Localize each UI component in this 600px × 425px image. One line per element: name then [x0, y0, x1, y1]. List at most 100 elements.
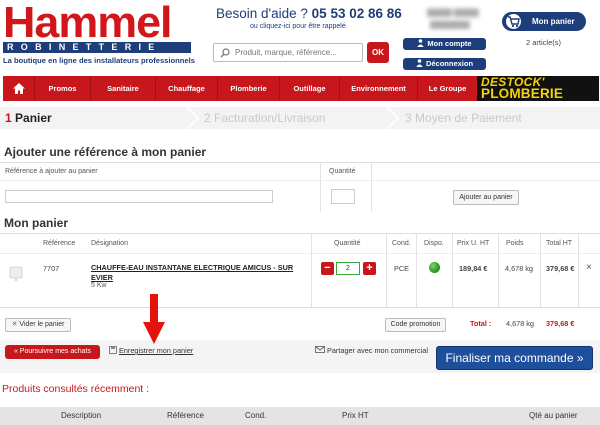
account-label: Mon compte	[427, 39, 472, 48]
divider	[311, 233, 312, 307]
save-cart-label: Enregistrer mon panier	[119, 346, 194, 355]
help-phone[interactable]: 05 53 02 86 86	[312, 6, 402, 21]
divider	[416, 233, 417, 307]
total-price: 379,68 €	[546, 319, 575, 328]
cart-button[interactable]: Mon panier	[502, 12, 586, 31]
item-cond: PCE	[394, 264, 410, 273]
divider	[320, 162, 321, 212]
recent-col-reference: Référence	[167, 411, 204, 420]
step-facturation: 2 Facturation/Livraison	[204, 110, 325, 126]
quantity-input[interactable]	[331, 189, 355, 204]
share-label: Partager avec mon commercial	[327, 346, 428, 355]
quantity-stepper-value[interactable]: 2	[336, 262, 360, 275]
quantity-plus-button[interactable]: +	[363, 262, 376, 275]
col-cond: Cond.	[392, 240, 411, 247]
nav-item-sanitaire[interactable]: Sanitaire	[91, 76, 156, 101]
step-label: Panier	[15, 111, 52, 125]
step-chevron-icon	[386, 107, 400, 129]
nav-item-chauffage[interactable]: Chauffage	[156, 76, 218, 101]
nav-item-plomberie[interactable]: Plomberie	[218, 76, 280, 101]
site-tagline: La boutique en ligne des installateurs p…	[3, 56, 195, 65]
item-sub: 5 Kw	[91, 282, 107, 289]
step-paiement: 3 Moyen de Paiement	[405, 110, 522, 126]
item-designation-link[interactable]: CHAUFFE-EAU INSTANTANE ELECTRIQUE AMICUS…	[91, 263, 311, 282]
add-reference-title: Ajouter une référence à mon panier	[4, 145, 207, 159]
step-label: Facturation/Livraison	[214, 111, 326, 125]
user-icon	[416, 59, 423, 67]
help-block[interactable]: Besoin d'aide ? 05 53 02 86 86 ou clique…	[216, 6, 402, 30]
recent-col-description: Description	[61, 411, 102, 420]
step-chevron-icon	[186, 107, 200, 129]
quantity-minus-button[interactable]: −	[321, 262, 334, 275]
user-icon	[417, 39, 425, 47]
divider	[452, 233, 453, 307]
save-cart-link[interactable]: Enregistrer mon panier	[109, 346, 193, 355]
item-reference: 7707	[43, 264, 60, 273]
main-nav: Promos Sanitaire Chauffage Plomberie Out…	[3, 76, 477, 101]
home-button[interactable]	[3, 76, 35, 101]
destock-plomberie-banner[interactable]: DESTOCK' PLOMBERIE	[477, 76, 599, 101]
step-panier: 1 Panier	[5, 110, 52, 126]
nav-item-environnement[interactable]: Environnement	[340, 76, 418, 101]
logout-label: Déconnexion	[425, 59, 474, 68]
recent-col-qty: Qté au panier	[529, 411, 578, 420]
remove-item-icon[interactable]: ×	[586, 262, 592, 273]
divider	[0, 253, 600, 254]
nav-item-promos[interactable]: Promos	[35, 76, 91, 101]
cart-count: 2 article(s)	[526, 38, 562, 47]
help-title: Besoin d'aide ? 05 53 02 86 86	[216, 6, 402, 21]
destock-line2: PLOMBERIE	[481, 86, 564, 101]
callback-link[interactable]: ou cliquez-ici pour être rappelé	[250, 23, 402, 30]
empty-cart-button[interactable]: ✕ Vider le panier	[5, 318, 71, 332]
divider	[0, 307, 600, 308]
col-dispo: Dispo.	[424, 240, 444, 247]
product-thumbnail[interactable]	[7, 264, 25, 282]
nav-item-outillage[interactable]: Outillage	[280, 76, 340, 101]
search-input[interactable]	[235, 46, 360, 59]
save-icon	[109, 346, 117, 354]
finalize-order-button[interactable]: Finaliser ma commande »	[436, 346, 593, 370]
cart-title: Mon panier	[4, 216, 69, 230]
home-icon	[12, 83, 25, 94]
col-designation: Désignation	[91, 240, 128, 247]
col-poids: Poids	[506, 240, 524, 247]
cart-icon	[504, 12, 523, 31]
promo-code-button[interactable]: Code promotion	[385, 318, 446, 332]
total-weight: 4,678 kg	[506, 319, 534, 328]
col-prix: Prix U. HT	[457, 240, 490, 247]
search-box[interactable]	[213, 43, 363, 62]
step-number: 3	[405, 111, 412, 125]
blurred-user-info-2: ████████	[430, 22, 470, 29]
reference-label: Référence à ajouter au panier	[5, 168, 98, 175]
item-weight: 4,678 kg	[505, 264, 533, 273]
red-arrow-annotation-icon	[143, 294, 165, 344]
divider	[0, 233, 600, 234]
recently-viewed-title: Produits consultés récemment :	[2, 383, 150, 395]
recent-col-prix: Prix HT	[342, 411, 369, 420]
divider	[0, 162, 600, 163]
blurred-user-info: █████ █████	[427, 10, 479, 17]
share-with-sales-rep-link[interactable]: Partager avec mon commercial	[315, 346, 428, 355]
total-label: Total :	[470, 319, 492, 328]
step-number: 1	[5, 111, 12, 125]
divider	[371, 162, 372, 212]
empty-cart-label: Vider le panier	[19, 321, 65, 328]
site-logo[interactable]: Hammel ROBINETTERIE La boutique en ligne…	[3, 1, 195, 65]
recent-col-cond: Cond.	[245, 411, 267, 420]
add-to-cart-button[interactable]: Ajouter au panier	[453, 190, 519, 205]
quantity-label: Quantité	[329, 168, 356, 175]
continue-shopping-button[interactable]: « Poursuivre mes achats	[5, 345, 100, 359]
reference-input[interactable]	[5, 190, 273, 203]
divider	[540, 233, 541, 307]
help-question: Besoin d'aide ?	[216, 6, 308, 21]
divider	[0, 180, 600, 181]
logout-button[interactable]: Déconnexion	[403, 58, 486, 70]
item-total: 379,68 €	[546, 264, 575, 273]
availability-indicator	[429, 262, 440, 273]
cart-label: Mon panier	[532, 17, 575, 26]
checkout-steps: 1 Panier 2 Facturation/Livraison 3 Moyen…	[0, 107, 600, 129]
nav-item-le-groupe[interactable]: Le Groupe	[418, 76, 477, 101]
col-total: Total HT	[546, 240, 573, 247]
search-submit-button[interactable]: OK	[367, 42, 389, 63]
account-button[interactable]: Mon compte	[403, 38, 486, 50]
